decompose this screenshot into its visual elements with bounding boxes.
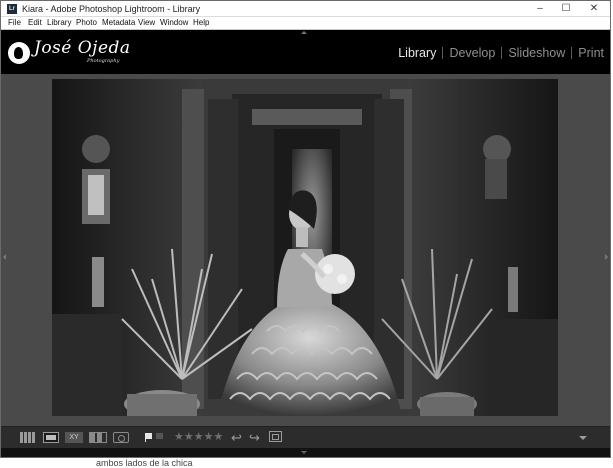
top-panel: José Ojeda Photography Library Develop S… [1, 30, 610, 74]
lightroom-app-icon: Lr [7, 4, 17, 14]
menu-library[interactable]: Library [47, 17, 71, 29]
menu-window[interactable]: Window [160, 17, 188, 29]
lightroom-window: Lr Kiara - Adobe Photoshop Lightroom - L… [0, 0, 611, 458]
module-develop[interactable]: Develop [443, 43, 501, 63]
menu-view[interactable]: View [138, 17, 155, 29]
window-title: Kiara - Adobe Photoshop Lightroom - Libr… [22, 4, 201, 14]
menu-photo[interactable]: Photo [76, 17, 97, 29]
identity-plate-logo-icon [8, 42, 30, 64]
menu-edit[interactable]: Edit [28, 17, 42, 29]
maximize-button[interactable]: ☐ [552, 1, 580, 16]
flag-reject-icon[interactable] [156, 433, 163, 439]
rotate-left-icon[interactable]: ↩ [231, 430, 242, 446]
survey-view-icon[interactable] [89, 432, 107, 443]
rotate-right-icon[interactable]: ↪ [249, 430, 260, 446]
close-button[interactable]: ✕ [580, 1, 608, 16]
grid-view-icon[interactable] [20, 432, 36, 443]
collapse-filmstrip-icon[interactable] [301, 451, 307, 454]
filmstrip-bar [1, 448, 610, 457]
rating-stars[interactable]: ★★★★★ [174, 430, 223, 443]
module-library[interactable]: Library [392, 43, 442, 63]
compare-view-icon[interactable]: XY [65, 432, 83, 443]
menu-file[interactable]: File [8, 17, 21, 29]
toolbar: XY ★★★★★ ↩ ↪ [1, 426, 610, 448]
module-print[interactable]: Print [572, 43, 610, 63]
menu-help[interactable]: Help [193, 17, 209, 29]
people-view-icon[interactable] [113, 432, 129, 443]
loupe-view-icon[interactable] [43, 432, 59, 443]
minimize-button[interactable]: – [526, 1, 554, 16]
toolbar-options-dropdown-icon[interactable] [579, 436, 587, 440]
collapse-left-panel-icon[interactable] [3, 254, 6, 260]
main-photo[interactable] [52, 79, 558, 416]
identity-plate-subtitle: Photography [87, 58, 120, 64]
background-page-text: ambos lados de la chica [96, 458, 193, 468]
identity-plate-name: José Ojeda [34, 38, 131, 58]
title-bar[interactable]: Lr Kiara - Adobe Photoshop Lightroom - L… [1, 1, 610, 17]
crop-overlay-icon[interactable] [269, 431, 282, 442]
module-slideshow[interactable]: Slideshow [502, 43, 571, 63]
collapse-right-panel-icon[interactable] [605, 254, 608, 260]
menu-bar: File Edit Library Photo Metadata View Wi… [1, 17, 610, 30]
menu-metadata[interactable]: Metadata [102, 17, 135, 29]
flag-pick-icon[interactable] [145, 433, 152, 442]
collapse-top-panel-icon[interactable] [301, 31, 307, 34]
loupe-view [1, 74, 610, 426]
module-picker: Library Develop Slideshow Print [392, 43, 610, 63]
